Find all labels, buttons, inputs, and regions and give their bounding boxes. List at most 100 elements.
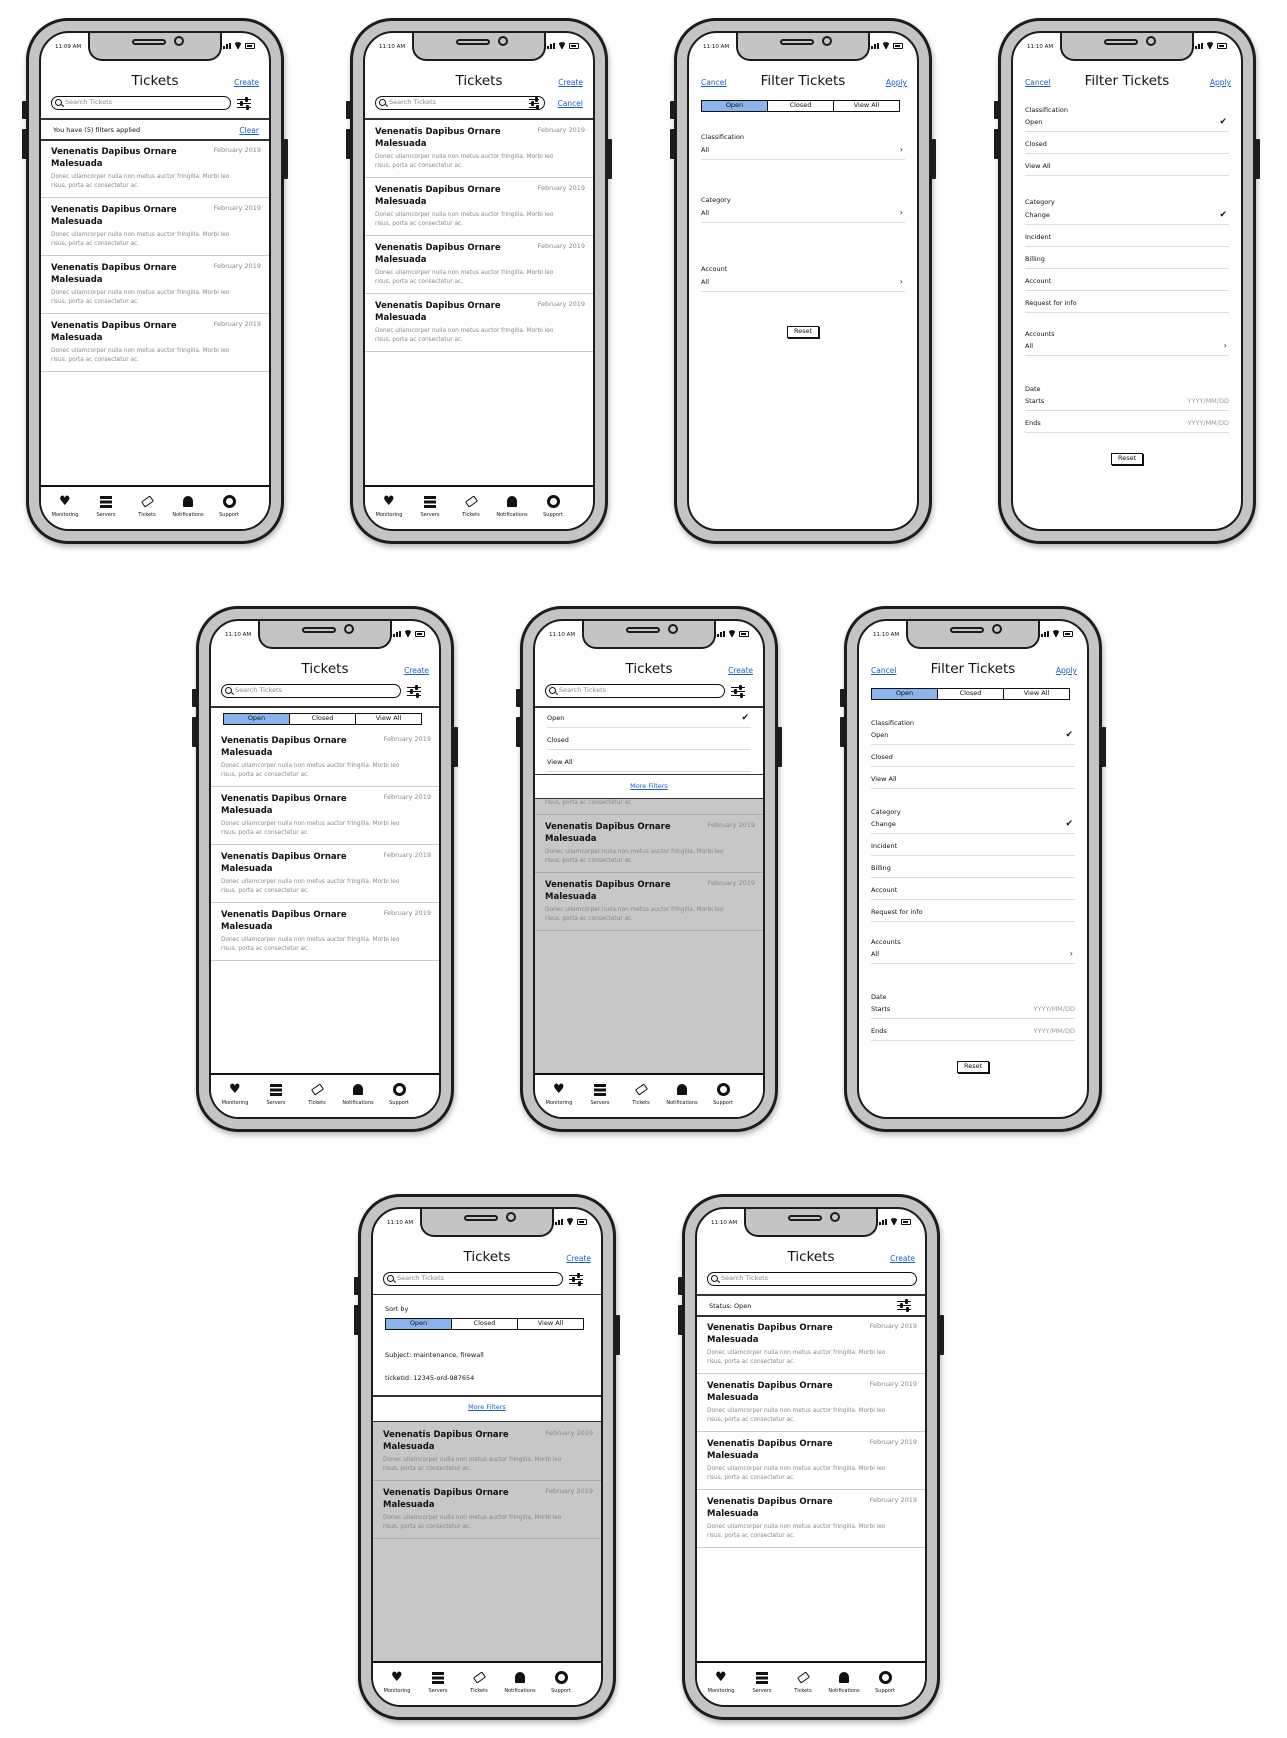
tab-tickets[interactable]: Tickets	[297, 1083, 337, 1106]
apply-link[interactable]: Apply	[886, 78, 907, 87]
reset-button[interactable]: Reset	[787, 326, 820, 338]
segment-open[interactable]: Open	[702, 101, 767, 111]
tab-tickets[interactable]: Tickets	[459, 1671, 499, 1694]
tab-support[interactable]: Support	[209, 495, 249, 518]
more-filters-link[interactable]: More Filters	[535, 782, 763, 790]
segment-view-all[interactable]: View All	[517, 1319, 583, 1329]
tab-support[interactable]: Support	[865, 1671, 905, 1694]
end-date-field[interactable]: Ends YYYY/MM/DD	[871, 1021, 1075, 1041]
tab-support[interactable]: Support	[541, 1671, 581, 1694]
tab-tickets[interactable]: Tickets	[451, 495, 491, 518]
option-row[interactable]: Open ✔	[1025, 112, 1229, 132]
accounts-select[interactable]: All ›	[871, 944, 1075, 964]
ticket-list-item[interactable]: Venenatis Dapibus Ornare Malesuada Febru…	[697, 1490, 925, 1548]
start-date-field[interactable]: Starts YYYY/MM/DD	[1025, 391, 1229, 411]
option-row[interactable]: Open ✔	[871, 725, 1075, 745]
segment-closed[interactable]: Closed	[451, 1319, 517, 1329]
search-input[interactable]: Search Tickets	[51, 96, 231, 110]
ticket-id-filter[interactable]: ticketId: 12345-ord-987654	[385, 1374, 474, 1382]
create-link[interactable]: Create	[566, 1254, 591, 1263]
ticket-list-item[interactable]: Venenatis Dapibus Ornare Malesuada Febru…	[365, 120, 593, 178]
option-row[interactable]: Open ✔	[547, 708, 751, 728]
option-row[interactable]: View All	[1025, 156, 1229, 176]
option-row[interactable]: Incident	[871, 836, 1075, 856]
segment-view-all[interactable]: View All	[833, 101, 899, 111]
tab-notifications[interactable]: Notifications	[662, 1083, 702, 1106]
option-row[interactable]: Account	[1025, 271, 1229, 291]
tab-notifications[interactable]: Notifications	[500, 1671, 540, 1694]
apply-link[interactable]: Apply	[1210, 78, 1231, 87]
search-input[interactable]: Search Tickets	[221, 684, 401, 698]
tab-monitoring[interactable]: ♥ Monitoring	[539, 1083, 579, 1106]
create-link[interactable]: Create	[234, 78, 259, 87]
ticket-list-item[interactable]: Venenatis Dapibus Ornare Malesuada Febru…	[211, 903, 439, 961]
ticket-list-item[interactable]: Venenatis Dapibus Ornare Malesuada Febru…	[697, 1374, 925, 1432]
tab-monitoring[interactable]: ♥ Monitoring	[45, 495, 85, 518]
create-link[interactable]: Create	[728, 666, 753, 675]
ticket-list-item[interactable]: Venenatis Dapibus Ornare Malesuada Febru…	[41, 198, 269, 256]
tab-notifications[interactable]: Notifications	[168, 495, 208, 518]
ticket-list-item[interactable]: Venenatis Dapibus Ornare Malesuada Febru…	[373, 1481, 601, 1539]
tab-servers[interactable]: Servers	[410, 495, 450, 518]
ticket-list-item[interactable]: Venenatis Dapibus Ornare Malesuada Febru…	[211, 787, 439, 845]
ticket-list-item[interactable]: Venenatis Dapibus Ornare Malesuada Febru…	[535, 815, 763, 873]
tab-tickets[interactable]: Tickets	[621, 1083, 661, 1106]
tab-monitoring[interactable]: ♥ Monitoring	[369, 495, 409, 518]
option-row[interactable]: Closed	[871, 747, 1075, 767]
accounts-select[interactable]: All ›	[1025, 336, 1229, 356]
ticket-list-item[interactable]: Venenatis Dapibus Ornare Malesuada Febru…	[41, 256, 269, 314]
ticket-list-item[interactable]: Venenatis Dapibus Ornare Malesuada Febru…	[365, 178, 593, 236]
reset-button[interactable]: Reset	[1111, 453, 1144, 465]
ticket-list-item[interactable]: Venenatis Dapibus Ornare Malesuada Febru…	[373, 1423, 601, 1481]
subject-filter[interactable]: Subject: maintenance, firewall	[385, 1351, 484, 1359]
ticket-list-item[interactable]: Venenatis Dapibus Ornare Malesuada Febru…	[41, 140, 269, 198]
segment-open[interactable]: Open	[224, 714, 289, 724]
tab-tickets[interactable]: Tickets	[783, 1671, 823, 1694]
ticket-list-item[interactable]: Venenatis Dapibus Ornare Malesuada Febru…	[211, 845, 439, 903]
segment-open[interactable]: Open	[872, 689, 937, 699]
search-input[interactable]: Search Tickets	[383, 1272, 563, 1286]
tab-support[interactable]: Support	[703, 1083, 743, 1106]
option-row[interactable]: Account	[871, 880, 1075, 900]
tab-monitoring[interactable]: ♥ Monitoring	[215, 1083, 255, 1106]
classification-select[interactable]: All ›	[701, 140, 905, 160]
category-select[interactable]: All ›	[701, 203, 905, 223]
ticket-list-item[interactable]: Venenatis Dapibus Ornare Malesuada Febru…	[535, 873, 763, 931]
tab-tickets[interactable]: Tickets	[127, 495, 167, 518]
option-row[interactable]: Closed	[1025, 134, 1229, 154]
ticket-list-item[interactable]: Venenatis Dapibus Ornare Malesuada Febru…	[365, 236, 593, 294]
tab-servers[interactable]: Servers	[86, 495, 126, 518]
tab-notifications[interactable]: Notifications	[338, 1083, 378, 1106]
option-row[interactable]: Request for info	[871, 902, 1075, 922]
tab-support[interactable]: Support	[533, 495, 573, 518]
ticket-list-item[interactable]: Venenatis Dapibus Ornare Malesuada Febru…	[365, 294, 593, 352]
ticket-list-item[interactable]: Venenatis Dapibus Ornare Malesuada Febru…	[697, 1316, 925, 1374]
filter-sliders-icon[interactable]	[731, 685, 745, 698]
option-row[interactable]: View All	[871, 769, 1075, 789]
segment-view-all[interactable]: View All	[355, 714, 421, 724]
clear-filters-link[interactable]: Clear	[239, 126, 259, 135]
end-date-field[interactable]: Ends YYYY/MM/DD	[1025, 413, 1229, 433]
create-link[interactable]: Create	[404, 666, 429, 675]
tab-notifications[interactable]: Notifications	[492, 495, 532, 518]
account-select[interactable]: All ›	[701, 272, 905, 292]
filter-sliders-icon[interactable]	[407, 685, 421, 698]
reset-button[interactable]: Reset	[957, 1061, 990, 1073]
option-row[interactable]: Closed	[547, 730, 751, 750]
segment-open[interactable]: Open	[386, 1319, 451, 1329]
search-input[interactable]: Search Tickets	[375, 96, 545, 110]
tab-notifications[interactable]: Notifications	[824, 1671, 864, 1694]
segment-view-all[interactable]: View All	[1003, 689, 1069, 699]
ticket-list-item[interactable]: Venenatis Dapibus Ornare Malesuada Febru…	[41, 314, 269, 372]
filter-sliders-icon[interactable]	[529, 97, 543, 110]
start-date-field[interactable]: Starts YYYY/MM/DD	[871, 999, 1075, 1019]
option-row[interactable]: Change ✔	[871, 814, 1075, 834]
filter-sliders-icon[interactable]	[237, 97, 251, 110]
option-row[interactable]: View All	[547, 752, 751, 772]
option-row[interactable]: Change ✔	[1025, 205, 1229, 225]
ticket-list-item[interactable]: Venenatis Dapibus Ornare Malesuada Febru…	[697, 1432, 925, 1490]
segment-closed[interactable]: Closed	[937, 689, 1003, 699]
segment-closed[interactable]: Closed	[289, 714, 355, 724]
option-row[interactable]: Billing	[1025, 249, 1229, 269]
ticket-list-item[interactable]: Venenatis Dapibus Ornare Malesuada Febru…	[211, 729, 439, 787]
